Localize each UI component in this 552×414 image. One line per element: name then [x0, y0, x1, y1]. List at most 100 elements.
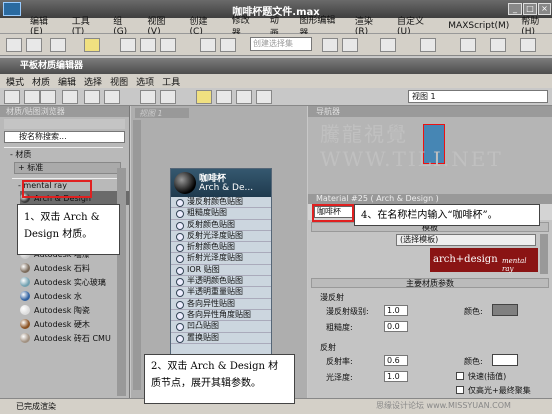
nav-icon[interactable]: [236, 90, 252, 104]
material-editor-icon[interactable]: [460, 38, 476, 52]
curve-editor-icon[interactable]: [420, 38, 436, 52]
material-swatch-icon: [20, 305, 30, 315]
node-slot[interactable]: 漫反射颜色贴图: [171, 197, 271, 209]
material-list-item[interactable]: Autodesk 石料: [20, 261, 129, 275]
material-swatch-icon: [20, 277, 30, 287]
node-slot[interactable]: 反射光泽度贴图: [171, 231, 271, 243]
editor-menu-item[interactable]: 编辑: [58, 75, 76, 88]
editor-menu-item[interactable]: 选择: [84, 75, 102, 88]
render-icon[interactable]: [520, 38, 536, 52]
arch-design-logo: arch+design mental ray: [430, 248, 538, 273]
select-rotate-icon[interactable]: [140, 38, 156, 52]
material-swatch-icon: [20, 333, 30, 343]
material-node[interactable]: 咖啡杯 Arch & De... 漫反射颜色贴图 粗糙度贴图 反射颜色贴图 反射光泽度…: [170, 168, 272, 383]
mirror-icon[interactable]: [322, 38, 338, 52]
editor-menu-item[interactable]: 选项: [136, 75, 154, 88]
node-slot[interactable]: 凹凸贴图: [171, 321, 271, 333]
align-icon[interactable]: [342, 38, 358, 52]
highlight-only-checkbox[interactable]: [456, 386, 464, 394]
undo-icon[interactable]: [6, 38, 22, 52]
reflection-color-swatch[interactable]: [492, 354, 518, 366]
material-swatch-icon: [20, 319, 30, 329]
angle-snap-icon[interactable]: [220, 38, 236, 52]
template-select[interactable]: (选择模板): [396, 234, 536, 246]
layer-icon[interactable]: [380, 38, 396, 52]
diffuse-level-input[interactable]: 1.0: [384, 305, 408, 316]
node-slot[interactable]: 半透明颜色贴图: [171, 276, 271, 288]
material-swatch-icon: [20, 291, 30, 301]
material-swatch-icon: [20, 263, 30, 273]
fast-interp-checkbox[interactable]: [456, 372, 464, 380]
callout-step2: 2、双击 Arch & Design 材质节点，展开其辑参数。: [144, 354, 295, 404]
highlight-arch-design: [22, 180, 92, 198]
canvas-scrollbar[interactable]: [133, 120, 141, 390]
browser-search-input[interactable]: 按名称搜索...: [4, 131, 125, 143]
callout-step2-text: 2、双击 Arch & Design 材质节点，展开其辑参数。: [151, 361, 279, 389]
node-header[interactable]: 咖啡杯 Arch & De...: [171, 169, 271, 197]
diffuse-color-swatch[interactable]: [492, 304, 518, 316]
select-object-icon[interactable]: [84, 38, 100, 52]
node-slot[interactable]: 各向异性角度贴图: [171, 310, 271, 322]
minimize-button[interactable]: _: [508, 3, 522, 15]
node-slot[interactable]: 折射光泽度贴图: [171, 253, 271, 265]
view-tab[interactable]: 视图 1: [135, 108, 189, 118]
node-slots: 漫反射颜色贴图 粗糙度贴图 反射颜色贴图 反射光泽度贴图 折射颜色贴图 折射光泽度贴图 IO…: [171, 197, 271, 344]
group-standard[interactable]: + 标准: [14, 162, 121, 174]
layout-icon[interactable]: [140, 90, 156, 104]
editor-menu-item[interactable]: 视图: [110, 75, 128, 88]
background-icon[interactable]: [216, 90, 232, 104]
editor-menu-item[interactable]: 材质: [32, 75, 50, 88]
material-header: Material #25 ( Arch & Design ): [308, 194, 552, 204]
node-slot[interactable]: 置换贴图: [171, 333, 271, 344]
layout-children-icon[interactable]: [160, 90, 176, 104]
material-list-item[interactable]: Autodesk 硬木: [20, 317, 129, 331]
eyedropper-icon[interactable]: [24, 90, 40, 104]
reflectivity-input[interactable]: 0.6: [384, 355, 408, 366]
redo-icon[interactable]: [26, 38, 42, 52]
editor-menu-item[interactable]: 工具: [162, 75, 180, 88]
node-slot[interactable]: IOR 贴图: [171, 265, 271, 277]
roughness-label: 粗糙度:: [326, 323, 353, 332]
node-slot[interactable]: 各向异性贴图: [171, 299, 271, 310]
select-move-icon[interactable]: [120, 38, 136, 52]
node-slot[interactable]: 粗糙度贴图: [171, 208, 271, 220]
assign-icon[interactable]: [40, 90, 56, 104]
reflection-color-label: 颜色:: [464, 357, 483, 366]
node-slot[interactable]: 反射颜色贴图: [171, 220, 271, 231]
group-materials[interactable]: - 材质: [4, 147, 123, 160]
highlight-name-field: [312, 204, 354, 222]
pick-icon[interactable]: [4, 90, 20, 104]
browser-options[interactable]: [4, 119, 125, 129]
view-select[interactable]: 视图 1: [408, 90, 548, 103]
node-slot[interactable]: 半透明重量贴图: [171, 287, 271, 299]
material-list-item[interactable]: Autodesk 砖石 CMU: [20, 331, 129, 345]
material-list-item[interactable]: Autodesk 水: [20, 289, 129, 303]
roughness-input[interactable]: 0.0: [384, 321, 408, 332]
material-list-label: Autodesk 水: [34, 291, 82, 301]
editor-menu-item[interactable]: 模式: [6, 75, 24, 88]
render-setup-icon[interactable]: [490, 38, 506, 52]
logo-main-text: arch+design: [433, 254, 498, 265]
node-slot[interactable]: 折射颜色贴图: [171, 242, 271, 254]
material-list-item[interactable]: Autodesk 陶瓷: [20, 303, 129, 317]
props-scrollbar[interactable]: [540, 234, 548, 274]
browser-scrollbar[interactable]: [117, 168, 126, 396]
glossiness-input[interactable]: 1.0: [384, 371, 408, 382]
watermark-top: 騰龍視覺 WWW.TILI.NET: [320, 122, 503, 171]
editor-title: 平板材质编辑器: [20, 61, 84, 71]
callout-step1: 1、双击 Arch & Design 材质。: [17, 204, 120, 255]
material-map-icon[interactable]: [196, 90, 212, 104]
snap-icon[interactable]: [200, 38, 216, 52]
material-list-item[interactable]: Autodesk 实心玻璃: [20, 275, 129, 289]
delete-icon[interactable]: [62, 90, 78, 104]
show-map-icon[interactable]: [104, 90, 120, 104]
link-icon[interactable]: [50, 38, 66, 52]
material-list-label: Autodesk 石料: [34, 263, 90, 273]
main-params-rollout[interactable]: 主要材质参数: [311, 278, 549, 288]
move-children-icon[interactable]: [84, 90, 100, 104]
menu-item[interactable]: MAXScript(M): [448, 21, 509, 31]
zoom-icon[interactable]: [256, 90, 272, 104]
selection-set-dropdown[interactable]: 创建选择集: [250, 37, 312, 51]
select-scale-icon[interactable]: [160, 38, 176, 52]
callout-step4: 4、在名称栏内输入“咖啡杯”。: [354, 204, 540, 226]
